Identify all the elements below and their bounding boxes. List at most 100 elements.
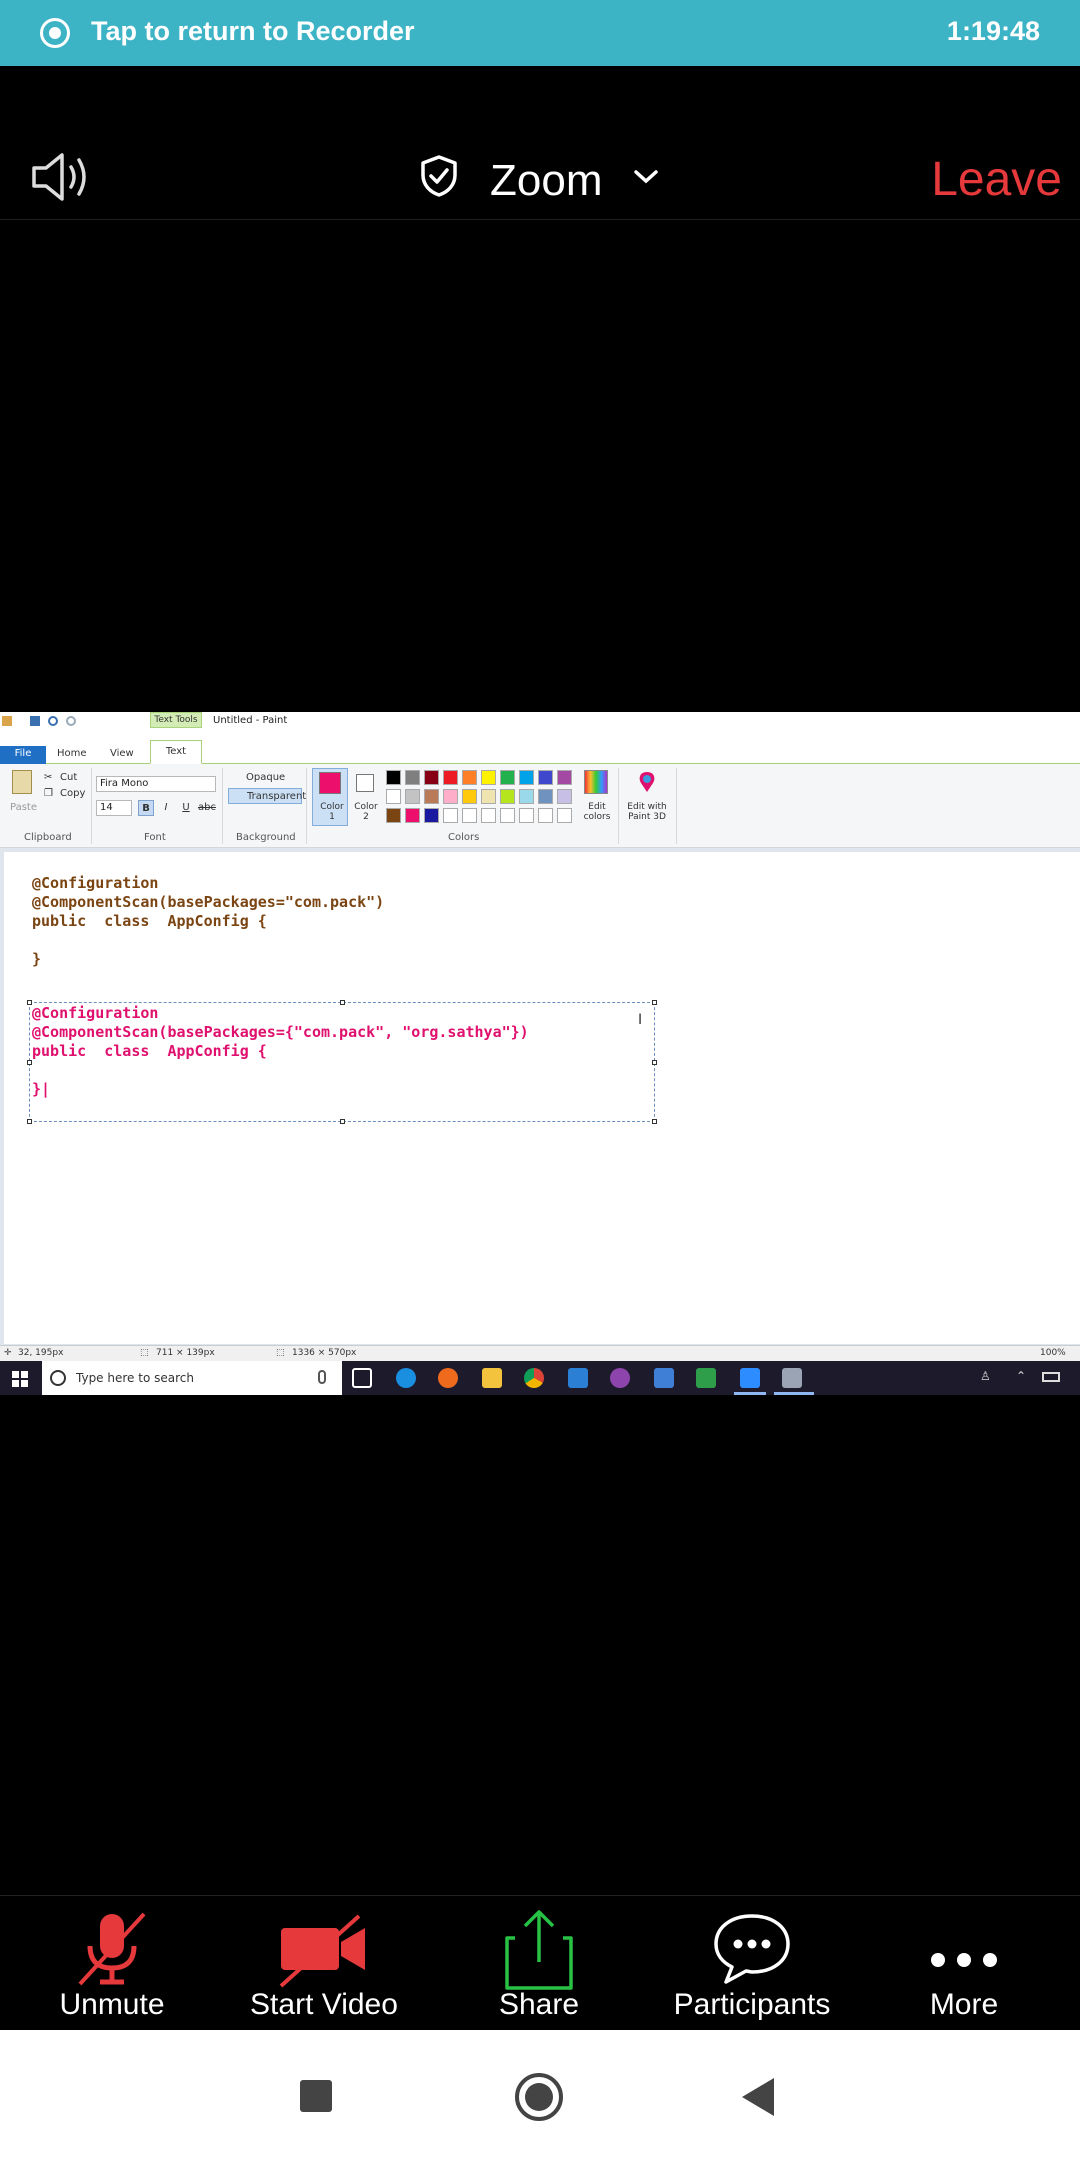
- redo-icon[interactable]: [66, 716, 76, 726]
- palette-color-swatch[interactable]: [500, 789, 515, 804]
- back-icon[interactable]: [742, 2078, 774, 2116]
- copy-button[interactable]: Copy: [60, 788, 85, 799]
- taskbar-search[interactable]: Type here to search: [42, 1361, 342, 1395]
- tab-home[interactable]: Home: [57, 746, 87, 764]
- resize-handle[interactable]: [340, 1119, 345, 1124]
- palette-color-swatch[interactable]: [462, 770, 477, 785]
- start-video-button[interactable]: Start Video: [216, 1896, 432, 2031]
- palette-color-swatch[interactable]: [386, 770, 401, 785]
- underline-button[interactable]: U: [178, 800, 194, 816]
- palette-color-swatch[interactable]: [481, 770, 496, 785]
- palette-color-swatch[interactable]: [500, 770, 515, 785]
- palette-color-swatch[interactable]: [424, 808, 439, 823]
- recents-icon[interactable]: [300, 2080, 332, 2112]
- share-button[interactable]: Share: [431, 1896, 647, 2031]
- task-view-icon[interactable]: [352, 1368, 372, 1388]
- palette-color-swatch[interactable]: [557, 808, 572, 823]
- palette-color-swatch[interactable]: [443, 770, 458, 785]
- speaker-icon[interactable]: [30, 151, 94, 203]
- participants-button[interactable]: Participants: [644, 1896, 860, 2031]
- resize-handle[interactable]: [27, 1119, 32, 1124]
- firefox-icon[interactable]: [438, 1368, 458, 1388]
- canvas-size-icon: ⬚: [276, 1348, 285, 1358]
- cortana-icon: [50, 1370, 66, 1386]
- ribbon-tabs: File Home View Text: [0, 732, 1080, 764]
- unmute-label: Unmute: [59, 1988, 165, 2021]
- file-explorer-icon[interactable]: [482, 1368, 502, 1388]
- chevron-up-icon[interactable]: ⌃: [1016, 1369, 1026, 1383]
- paste-icon[interactable]: [12, 770, 32, 794]
- zoom-app-icon[interactable]: [740, 1368, 760, 1388]
- palette-color-swatch[interactable]: [462, 789, 477, 804]
- tab-text[interactable]: Text: [150, 740, 202, 764]
- status-bar: ✛ 32, 195px ⬚ 711 × 139px ⬚ 1336 × 570px…: [0, 1345, 1080, 1361]
- bold-button[interactable]: B: [138, 800, 154, 816]
- color2-swatch[interactable]: [356, 774, 374, 792]
- cut-button[interactable]: Cut: [60, 772, 77, 783]
- divider: [222, 768, 223, 844]
- palette-color-swatch[interactable]: [538, 770, 553, 785]
- palette-color-swatch[interactable]: [519, 789, 534, 804]
- home-icon[interactable]: [515, 2073, 563, 2121]
- palette-color-swatch[interactable]: [443, 789, 458, 804]
- opaque-option[interactable]: Opaque: [228, 770, 302, 786]
- strikethrough-button[interactable]: abc: [198, 800, 216, 816]
- store-icon[interactable]: [654, 1368, 674, 1388]
- palette-color-swatch[interactable]: [405, 789, 420, 804]
- font-group-label: Font: [144, 832, 166, 843]
- edit-with-paint3d-button[interactable]: Edit with Paint 3D: [624, 802, 670, 822]
- people-icon[interactable]: ♙: [980, 1369, 991, 1383]
- palette-color-swatch[interactable]: [557, 770, 572, 785]
- scissors-icon[interactable]: ✂: [44, 772, 52, 783]
- resize-handle[interactable]: [652, 1000, 657, 1005]
- paint-canvas[interactable]: @Configuration @ComponentScan(basePackag…: [4, 852, 1080, 1344]
- browser-icon[interactable]: [610, 1368, 630, 1388]
- sheets-icon[interactable]: [696, 1368, 716, 1388]
- palette-color-swatch[interactable]: [557, 789, 572, 804]
- font-family-select[interactable]: Fira Mono: [96, 776, 216, 792]
- leave-button[interactable]: Leave: [931, 152, 1062, 207]
- palette-color-swatch[interactable]: [538, 808, 553, 823]
- palette-color-swatch[interactable]: [519, 770, 534, 785]
- font-size-select[interactable]: 14: [96, 800, 132, 816]
- windows-start-icon[interactable]: [12, 1371, 28, 1387]
- transparent-option[interactable]: Transparent: [228, 788, 306, 804]
- palette-color-swatch[interactable]: [538, 789, 553, 804]
- resize-handle[interactable]: [652, 1119, 657, 1124]
- resize-handle[interactable]: [652, 1060, 657, 1065]
- microphone-icon[interactable]: [318, 1370, 326, 1384]
- palette-color-swatch[interactable]: [462, 808, 477, 823]
- tab-file[interactable]: File: [0, 746, 46, 764]
- unmute-button[interactable]: Unmute: [4, 1896, 220, 2031]
- palette-color-swatch[interactable]: [405, 770, 420, 785]
- palette-color-swatch[interactable]: [481, 808, 496, 823]
- paint-taskbar-icon[interactable]: [782, 1368, 802, 1388]
- ribbon: Paste ✂ Cut ❐ Copy Clipboard Fira Mono 1…: [0, 764, 1080, 848]
- italic-button[interactable]: I: [158, 800, 174, 816]
- edge-icon[interactable]: [396, 1368, 416, 1388]
- palette-color-swatch[interactable]: [405, 808, 420, 823]
- mail-icon[interactable]: [568, 1368, 588, 1388]
- palette-color-swatch[interactable]: [424, 789, 439, 804]
- palette-color-swatch[interactable]: [424, 770, 439, 785]
- palette-color-swatch[interactable]: [386, 789, 401, 804]
- battery-icon[interactable]: [1042, 1372, 1060, 1382]
- palette-color-swatch[interactable]: [386, 808, 401, 823]
- recorder-return-text: Tap to return to Recorder: [91, 16, 415, 46]
- paint-app-icon: [2, 716, 12, 726]
- paint3d-icon[interactable]: [636, 770, 658, 794]
- palette-color-swatch[interactable]: [519, 808, 534, 823]
- edit-colors-icon[interactable]: [584, 770, 608, 794]
- save-icon[interactable]: [30, 716, 40, 726]
- more-button[interactable]: More: [856, 1896, 1072, 2031]
- chrome-icon[interactable]: [524, 1368, 544, 1388]
- edit-colors-button[interactable]: Edit colors: [578, 802, 616, 822]
- recorder-bar[interactable]: Tap to return to Recorder 1:19:48: [0, 0, 1080, 66]
- undo-icon[interactable]: [48, 716, 58, 726]
- copy-icon[interactable]: ❐: [44, 788, 53, 799]
- palette-color-swatch[interactable]: [481, 789, 496, 804]
- tab-view[interactable]: View: [110, 746, 134, 764]
- palette-color-swatch[interactable]: [443, 808, 458, 823]
- palette-color-swatch[interactable]: [500, 808, 515, 823]
- divider: [676, 768, 677, 844]
